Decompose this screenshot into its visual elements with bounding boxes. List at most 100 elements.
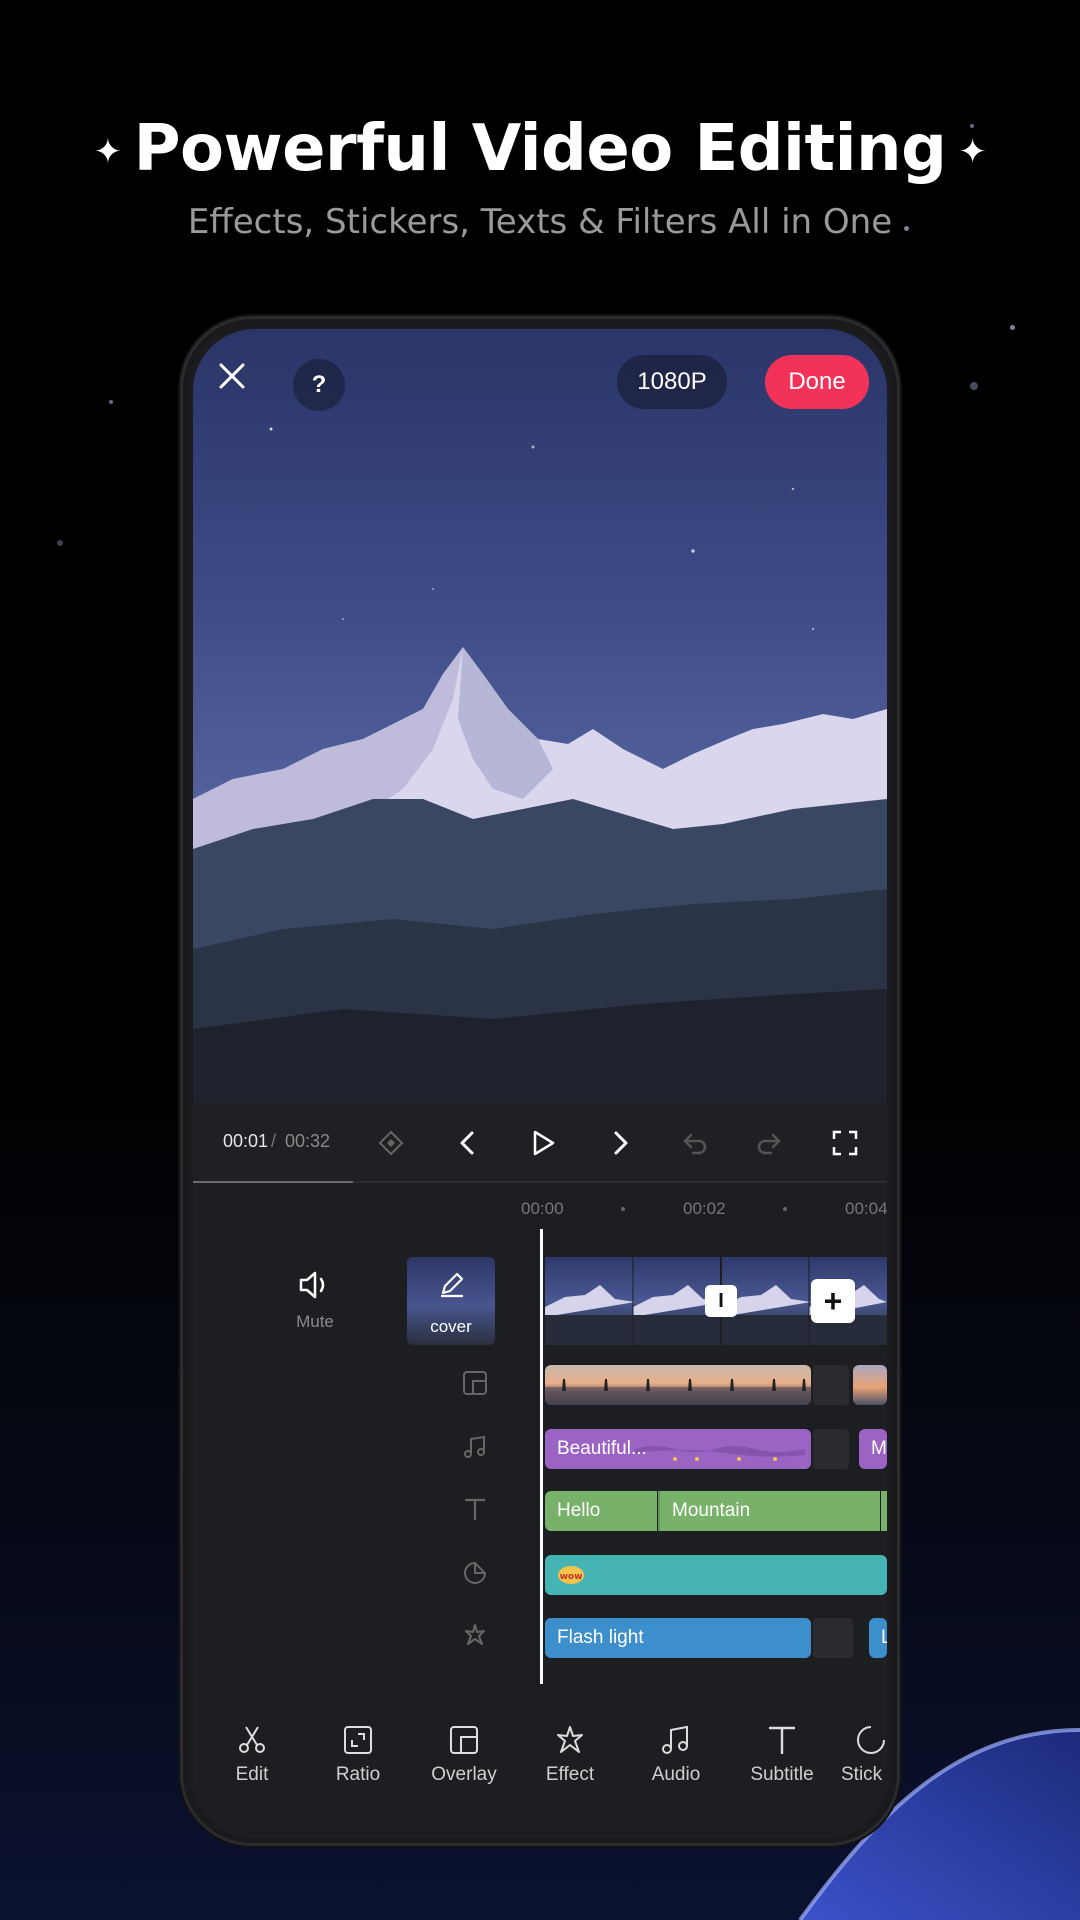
track-gap bbox=[813, 1365, 849, 1405]
tool-label: Overlay bbox=[431, 1764, 497, 1785]
cover-label: cover bbox=[430, 1317, 472, 1336]
sticker-track-icon[interactable] bbox=[459, 1557, 491, 1589]
fullscreen-icon bbox=[832, 1130, 858, 1156]
tool-audio[interactable]: Audio bbox=[631, 1724, 721, 1786]
audio-clip-label: Beautiful... bbox=[557, 1438, 647, 1459]
text-track-icon[interactable] bbox=[459, 1493, 491, 1525]
undo-button[interactable] bbox=[675, 1123, 715, 1163]
overlay-track-icon[interactable] bbox=[459, 1367, 491, 1399]
current-time: 00:01 bbox=[223, 1131, 269, 1151]
tool-label: Edit bbox=[235, 1764, 269, 1785]
overlay-thumbnails bbox=[545, 1379, 811, 1405]
playback-bar: 00:01 / 00:32 bbox=[193, 1103, 887, 1183]
text-clip[interactable]: Mountain bbox=[658, 1491, 880, 1531]
sticker-thumbnail-icon: wow bbox=[558, 1566, 584, 1584]
speaker-icon bbox=[299, 1271, 325, 1299]
keyframe-icon bbox=[378, 1130, 404, 1156]
effect-clip[interactable]: Flash light bbox=[545, 1618, 811, 1658]
pencil-icon bbox=[441, 1272, 464, 1298]
phone-frame: ? 1080P Done 00:01 / 00:32 00:00 00:02 0… bbox=[180, 316, 900, 1846]
text-clip[interactable] bbox=[881, 1491, 887, 1531]
sticker-clip[interactable]: wow bbox=[545, 1555, 887, 1595]
undo-icon bbox=[683, 1133, 707, 1155]
tool-ratio[interactable]: Ratio bbox=[313, 1724, 403, 1786]
music-icon bbox=[464, 1435, 485, 1458]
mute-label: Mute bbox=[296, 1312, 334, 1331]
next-frame-button[interactable] bbox=[601, 1123, 641, 1163]
promo-subtitle: Effects, Stickers, Texts & Filters All i… bbox=[187, 202, 893, 242]
close-button[interactable] bbox=[217, 361, 265, 409]
play-icon bbox=[533, 1130, 555, 1156]
audio-waveform bbox=[635, 1446, 805, 1461]
overlay-icon bbox=[450, 1726, 478, 1754]
effect-clip[interactable]: L bbox=[869, 1618, 887, 1658]
video-track[interactable]: I + bbox=[545, 1257, 887, 1345]
ruler-tick: 00:02 bbox=[683, 1199, 726, 1218]
text-icon bbox=[465, 1498, 485, 1520]
chevron-right-icon bbox=[614, 1131, 628, 1155]
music-icon bbox=[662, 1725, 688, 1754]
tool-label: Audio bbox=[651, 1764, 701, 1785]
tool-subtitle[interactable]: Subtitle bbox=[737, 1724, 827, 1786]
tool-edit[interactable]: Edit bbox=[207, 1724, 297, 1786]
scissors-icon bbox=[239, 1726, 265, 1753]
done-button[interactable]: Done bbox=[765, 355, 869, 409]
tool-label: Stick bbox=[841, 1764, 883, 1785]
close-icon bbox=[219, 363, 245, 389]
audio-clip[interactable]: M bbox=[859, 1429, 887, 1469]
star-decoration bbox=[109, 400, 113, 404]
text-clip-label: Mountain bbox=[672, 1500, 751, 1521]
ruler-dot bbox=[783, 1207, 787, 1211]
effect-track-icon[interactable] bbox=[459, 1619, 491, 1651]
keyframe-button[interactable] bbox=[371, 1123, 411, 1163]
mountain-image bbox=[193, 427, 887, 1103]
tool-effect[interactable]: Effect bbox=[525, 1724, 615, 1786]
effect-icon bbox=[465, 1624, 485, 1645]
text-clip-label: Hello bbox=[557, 1500, 601, 1521]
previous-frame-button[interactable] bbox=[447, 1123, 487, 1163]
tool-label: Ratio bbox=[335, 1764, 381, 1785]
tool-label: Subtitle bbox=[750, 1764, 814, 1785]
ratio-icon bbox=[344, 1726, 372, 1754]
sticker-icon bbox=[857, 1726, 885, 1754]
sticker-icon bbox=[464, 1561, 487, 1584]
audio-clip-label: M bbox=[871, 1438, 887, 1459]
overlay-clip[interactable] bbox=[853, 1365, 887, 1405]
effect-icon bbox=[557, 1726, 583, 1753]
cover-button[interactable]: cover bbox=[407, 1257, 495, 1345]
mute-button[interactable]: Mute bbox=[283, 1269, 347, 1332]
fullscreen-button[interactable] bbox=[825, 1123, 865, 1163]
effect-clip-label: L bbox=[881, 1627, 887, 1649]
sparkle-icon: ✦ bbox=[93, 132, 123, 173]
audio-clip[interactable]: Beautiful... bbox=[545, 1429, 811, 1469]
text-clip[interactable]: Hello bbox=[545, 1491, 657, 1531]
add-clip-button[interactable]: + bbox=[811, 1279, 855, 1323]
star-decoration bbox=[57, 540, 63, 546]
effect-clip-label: Flash light bbox=[557, 1627, 644, 1648]
tool-overlay[interactable]: Overlay bbox=[419, 1724, 509, 1786]
overlay-clip[interactable] bbox=[545, 1365, 811, 1405]
promo-title: ✦ Powerful Video Editing ✦ bbox=[0, 112, 1080, 186]
track-gap bbox=[813, 1429, 849, 1469]
split-button[interactable]: I bbox=[705, 1285, 737, 1317]
star-decoration bbox=[970, 382, 978, 390]
tool-sticker[interactable]: Stick bbox=[833, 1724, 887, 1786]
audio-track-icon[interactable] bbox=[459, 1431, 491, 1463]
editor-screen: ? 1080P Done 00:01 / 00:32 00:00 00:02 0… bbox=[193, 329, 887, 1839]
time-separator: / bbox=[271, 1131, 277, 1151]
help-button[interactable]: ? bbox=[293, 359, 345, 411]
timeline-ruler: 00:00 00:02 00:04 bbox=[193, 1183, 887, 1233]
redo-icon bbox=[757, 1133, 781, 1155]
redo-button[interactable] bbox=[749, 1123, 789, 1163]
ruler-tick: 00:04 bbox=[845, 1199, 887, 1218]
total-time: 00:32 bbox=[285, 1131, 331, 1151]
ruler-tick: 00:00 bbox=[521, 1199, 564, 1218]
resolution-button[interactable]: 1080P bbox=[617, 355, 727, 409]
play-button[interactable] bbox=[523, 1123, 563, 1163]
tool-label: Effect bbox=[545, 1764, 595, 1785]
video-preview[interactable]: ? 1080P Done bbox=[193, 329, 887, 1103]
sparkle-icon: ✦ bbox=[958, 132, 987, 173]
bottom-toolbar: Edit Ratio Overlay Effect Audio Subtitle bbox=[193, 1704, 887, 1824]
playhead[interactable] bbox=[540, 1229, 543, 1684]
text-icon bbox=[769, 1726, 795, 1754]
